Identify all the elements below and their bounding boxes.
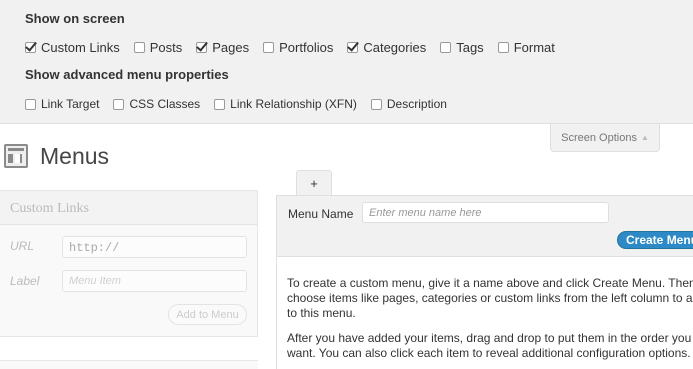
- screen-options-toggle[interactable]: Screen Options ▲: [550, 124, 660, 152]
- next-meta-box: [0, 360, 258, 369]
- option-label: CSS Classes: [129, 97, 201, 111]
- instructions-text: After you have added your items, drag an…: [287, 331, 692, 360]
- option-label: Link Target: [41, 97, 100, 111]
- advanced-properties-options: Link Target CSS Classes Link Relationshi…: [25, 97, 461, 111]
- option-posts[interactable]: Posts: [133, 40, 183, 55]
- checkbox-pages[interactable]: [196, 42, 208, 53]
- option-custom-links[interactable]: Custom Links: [25, 40, 120, 55]
- option-label: Link Relationship (XFN): [230, 97, 357, 111]
- custom-links-header[interactable]: Custom Links: [0, 191, 257, 225]
- checkbox-custom-links[interactable]: [25, 42, 36, 53]
- option-categories[interactable]: Categories: [347, 40, 426, 55]
- checkbox-categories[interactable]: [347, 42, 359, 53]
- option-label: Tags: [456, 40, 484, 55]
- checkbox-css-classes[interactable]: [113, 98, 125, 110]
- checkbox-tags[interactable]: [440, 42, 452, 53]
- menu-name-input[interactable]: Enter menu name here: [362, 202, 609, 223]
- checkbox-link-target[interactable]: [25, 98, 36, 110]
- page-title: Menus: [40, 143, 110, 169]
- option-label: Format: [513, 40, 555, 55]
- screen-options-panel: Show on screen Custom Links Posts Pages …: [0, 0, 693, 124]
- create-menu-button[interactable]: Create Menu: [617, 231, 693, 249]
- menu-edit-body: To create a custom menu, give it a name …: [276, 257, 693, 369]
- option-pages[interactable]: Pages: [196, 40, 249, 55]
- option-label: Custom Links: [41, 40, 120, 55]
- add-to-menu-button[interactable]: Add to Menu: [168, 304, 247, 325]
- checkbox-posts[interactable]: [133, 42, 145, 53]
- url-label: URL: [10, 239, 35, 253]
- option-label: Posts: [149, 40, 183, 55]
- option-label: Portfolios: [279, 40, 334, 55]
- option-tags[interactable]: Tags: [440, 40, 484, 55]
- option-label: Pages: [212, 40, 250, 55]
- custom-links-box: Custom Links URL http:// Label Menu Item…: [0, 190, 258, 337]
- option-css-classes[interactable]: CSS Classes: [113, 97, 200, 111]
- url-input[interactable]: http://: [62, 236, 247, 258]
- screen-options-label: Screen Options: [561, 131, 637, 144]
- checkbox-portfolios[interactable]: [263, 42, 275, 53]
- label-label: Label: [10, 274, 40, 288]
- show-on-screen-heading: Show on screen: [25, 11, 125, 26]
- checkbox-link-relationship[interactable]: [214, 98, 226, 110]
- option-format[interactable]: Format: [497, 40, 555, 55]
- option-link-relationship[interactable]: Link Relationship (XFN): [214, 97, 357, 111]
- advanced-properties-heading: Show advanced menu properties: [25, 67, 229, 82]
- option-link-target[interactable]: Link Target: [25, 97, 99, 111]
- instructions-text: To create a custom menu, give it a name …: [287, 276, 693, 320]
- option-portfolios[interactable]: Portfolios: [263, 40, 333, 55]
- menu-edit-header: Menu Name Enter menu name here Create Me…: [276, 195, 693, 257]
- menus-icon: [4, 144, 28, 168]
- option-label: Description: [386, 97, 447, 111]
- menu-name-label: Menu Name: [288, 207, 354, 221]
- checkbox-format[interactable]: [497, 42, 509, 53]
- chevron-up-icon: ▲: [640, 133, 649, 142]
- option-description[interactable]: Description: [370, 97, 447, 111]
- add-menu-tab[interactable]: +: [296, 170, 332, 196]
- checkbox-description[interactable]: [370, 98, 382, 110]
- label-input[interactable]: Menu Item: [62, 270, 247, 292]
- option-label: Categories: [363, 40, 427, 55]
- show-on-screen-options: Custom Links Posts Pages Portfolios Cate…: [25, 40, 569, 55]
